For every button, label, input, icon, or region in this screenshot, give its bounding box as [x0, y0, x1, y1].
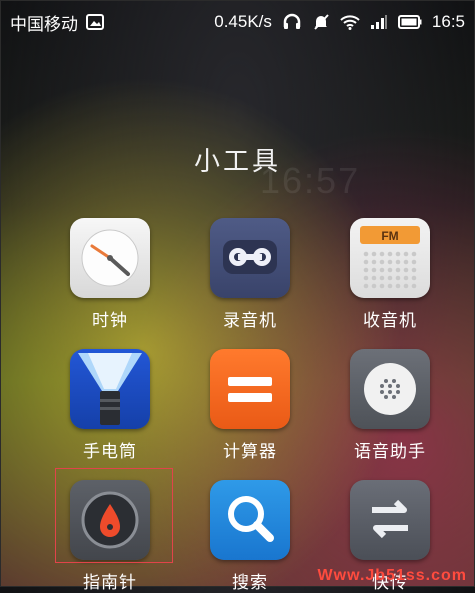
- app-label: 指南针: [83, 573, 137, 592]
- app-label: 时钟: [92, 311, 128, 330]
- radio-fm-badge: FM: [381, 229, 398, 243]
- radio-icon: FM: [350, 218, 430, 298]
- app-calculator[interactable]: 计算器: [190, 349, 310, 462]
- voice-assistant-icon: [350, 349, 430, 429]
- clock-icon: [70, 218, 150, 298]
- watermark: Www.Jb51ss.com: [317, 567, 467, 584]
- app-label: 语音助手: [354, 442, 426, 461]
- app-clock[interactable]: 时钟: [50, 218, 170, 331]
- app-voice-assistant[interactable]: 语音助手: [330, 349, 450, 462]
- highlight-box: [55, 468, 173, 563]
- app-label: 录音机: [223, 311, 277, 330]
- app-search[interactable]: 搜索: [190, 480, 310, 593]
- app-label: 计算器: [223, 442, 277, 461]
- calculator-icon: [210, 349, 290, 429]
- recorder-icon: [210, 218, 290, 298]
- app-recorder[interactable]: 录音机: [190, 218, 310, 331]
- flashlight-icon: [70, 349, 150, 429]
- app-radio[interactable]: FM 收音机: [330, 218, 450, 331]
- search-icon: [210, 480, 290, 560]
- app-label: 搜索: [232, 573, 268, 592]
- app-label: 收音机: [363, 311, 417, 330]
- transfer-icon: [350, 480, 430, 560]
- app-flashlight[interactable]: 手电筒: [50, 349, 170, 462]
- app-label: 手电筒: [83, 442, 137, 461]
